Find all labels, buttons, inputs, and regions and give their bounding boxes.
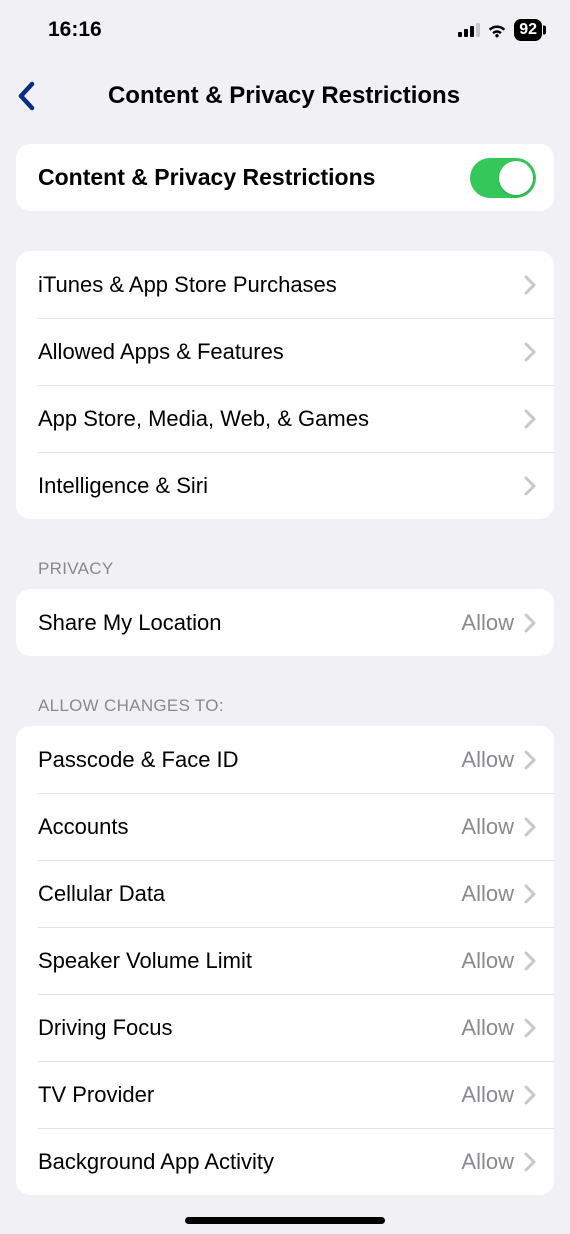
row-intelligence-siri[interactable]: Intelligence & Siri: [16, 452, 554, 519]
row-value: Allow: [461, 1015, 514, 1041]
chevron-right-icon: [524, 750, 536, 770]
chevron-right-icon: [524, 1085, 536, 1105]
chevron-right-icon: [524, 613, 536, 633]
status-right: 92: [458, 19, 542, 41]
row-value: Allow: [461, 1082, 514, 1108]
row-label: Accounts: [38, 814, 461, 840]
section-changes: Allow changes to: Passcode & Face ID All…: [16, 696, 554, 1195]
row-value: Allow: [461, 814, 514, 840]
row-itunes-appstore[interactable]: iTunes & App Store Purchases: [16, 251, 554, 318]
restrictions-toggle[interactable]: [470, 158, 536, 198]
nav-header: Content & Privacy Restrictions: [0, 60, 570, 144]
row-label: Cellular Data: [38, 881, 461, 907]
chevron-right-icon: [524, 409, 536, 429]
back-button[interactable]: [14, 78, 38, 114]
row-driving-focus[interactable]: Driving Focus Allow: [16, 994, 554, 1061]
chevron-right-icon: [524, 476, 536, 496]
row-value: Allow: [461, 747, 514, 773]
row-label: iTunes & App Store Purchases: [38, 272, 524, 298]
row-label: TV Provider: [38, 1082, 461, 1108]
chevron-right-icon: [524, 1018, 536, 1038]
cellular-signal-icon: [458, 23, 480, 37]
row-label: Allowed Apps & Features: [38, 339, 524, 365]
chevron-right-icon: [524, 1152, 536, 1172]
row-label: Driving Focus: [38, 1015, 461, 1041]
row-value: Allow: [461, 948, 514, 974]
chevron-right-icon: [524, 884, 536, 904]
chevron-right-icon: [524, 817, 536, 837]
chevron-right-icon: [524, 951, 536, 971]
row-label: Passcode & Face ID: [38, 747, 461, 773]
battery-indicator: 92: [514, 19, 542, 41]
row-background-app-activity[interactable]: Background App Activity Allow: [16, 1128, 554, 1195]
row-tv-provider[interactable]: TV Provider Allow: [16, 1061, 554, 1128]
row-value: Allow: [461, 1149, 514, 1175]
home-indicator[interactable]: [185, 1217, 385, 1224]
row-label: App Store, Media, Web, & Games: [38, 406, 524, 432]
row-label: Intelligence & Siri: [38, 473, 524, 499]
status-time: 16:16: [48, 18, 102, 42]
status-bar: 16:16 92: [0, 0, 570, 60]
wifi-icon: [486, 22, 508, 38]
row-value: Allow: [461, 881, 514, 907]
toggle-label: Content & Privacy Restrictions: [38, 164, 470, 191]
row-passcode-faceid[interactable]: Passcode & Face ID Allow: [16, 726, 554, 793]
row-label: Speaker Volume Limit: [38, 948, 461, 974]
restrictions-toggle-row[interactable]: Content & Privacy Restrictions: [16, 144, 554, 211]
row-speaker-volume[interactable]: Speaker Volume Limit Allow: [16, 927, 554, 994]
row-cellular-data[interactable]: Cellular Data Allow: [16, 860, 554, 927]
section-privacy: Privacy Share My Location Allow: [16, 559, 554, 656]
section-main: iTunes & App Store Purchases Allowed App…: [16, 251, 554, 519]
row-label: Share My Location: [38, 610, 461, 636]
section-header-changes: Allow changes to:: [38, 696, 554, 716]
chevron-right-icon: [524, 342, 536, 362]
row-value: Allow: [461, 610, 514, 636]
page-title: Content & Privacy Restrictions: [48, 82, 550, 110]
section-toggle: Content & Privacy Restrictions: [16, 144, 554, 211]
row-label: Background App Activity: [38, 1149, 461, 1175]
row-accounts[interactable]: Accounts Allow: [16, 793, 554, 860]
row-share-location[interactable]: Share My Location Allow: [16, 589, 554, 656]
section-header-privacy: Privacy: [38, 559, 554, 579]
row-appstore-media-web[interactable]: App Store, Media, Web, & Games: [16, 385, 554, 452]
row-allowed-apps[interactable]: Allowed Apps & Features: [16, 318, 554, 385]
chevron-left-icon: [17, 81, 35, 111]
chevron-right-icon: [524, 275, 536, 295]
